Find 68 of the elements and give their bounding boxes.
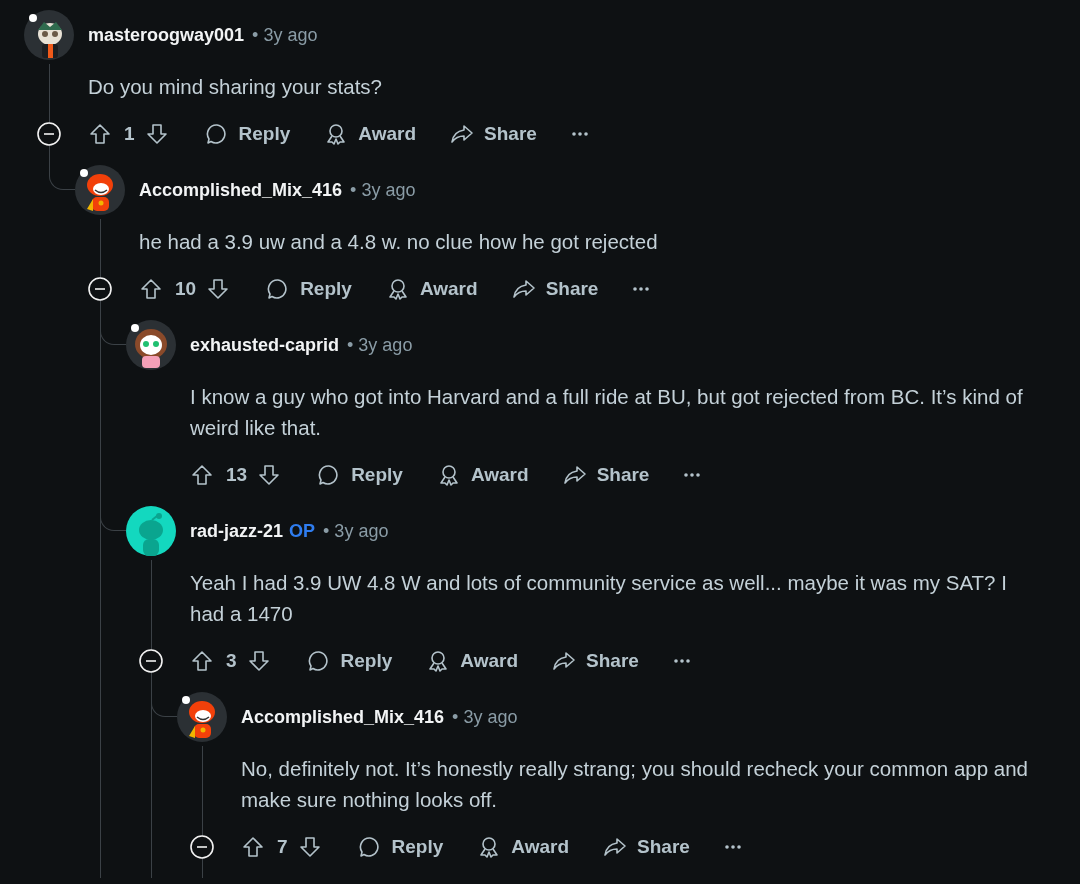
avatar-icon[interactable] [177, 692, 227, 742]
award-button[interactable]: Award [465, 827, 582, 867]
avatar-icon[interactable] [126, 506, 176, 556]
timestamp: • 3y ago [323, 520, 389, 542]
more-options-icon[interactable] [723, 844, 742, 850]
award-button[interactable]: Award [373, 269, 490, 309]
comment-text: he had a 3.9 uw and a 4.8 w. no clue how he got rejected [139, 229, 659, 255]
reply-button[interactable]: Reply [192, 114, 303, 154]
award-button[interactable]: Award [414, 641, 531, 681]
share-button[interactable]: Share [550, 455, 662, 495]
collapse-button[interactable] [190, 835, 214, 859]
username[interactable]: Accomplished_Mix_416 [139, 179, 343, 201]
more-options-icon[interactable] [632, 286, 651, 292]
username[interactable]: rad-jazz-21 [190, 520, 284, 542]
comment-text: Do you mind sharing your stats? [88, 74, 383, 100]
share-button[interactable]: Share [540, 641, 651, 681]
username[interactable]: Accomplished_Mix_416 [241, 706, 445, 728]
award-button[interactable]: Award [312, 114, 429, 154]
timestamp: • 3y ago [452, 706, 518, 728]
timestamp: • 3y ago [252, 24, 318, 46]
speech-bubble-icon [204, 122, 229, 146]
downvote-icon[interactable] [206, 277, 231, 301]
vote-count: 3 [226, 650, 237, 672]
downvote-icon[interactable] [246, 649, 271, 673]
upvote-icon[interactable] [139, 277, 163, 301]
vote-count: 13 [226, 464, 248, 486]
collapse-button[interactable] [88, 277, 112, 301]
more-options-icon[interactable] [683, 472, 702, 478]
username[interactable]: masteroogway001 [88, 24, 245, 46]
comment-text: No, definitely not. It’s honestly really strang; you should recheck your common app and make sure nothing looks off. [241, 756, 1030, 813]
more-options-icon[interactable] [570, 131, 589, 137]
upvote-icon[interactable] [241, 835, 265, 859]
upvote-icon[interactable] [88, 122, 112, 146]
share-icon [511, 277, 536, 301]
speech-bubble-icon [306, 649, 331, 673]
timestamp: • 3y ago [350, 179, 416, 201]
comment-text: I know a guy who got into Harvard and a full ride at BU, but got rejected from BC. It’s kind of weird like that. [190, 384, 1024, 441]
comment-text: Yeah I had 3.9 UW 4.8 W and lots of community service as well... maybe it was my SAT? I had a 1470 [190, 570, 1008, 627]
timestamp: • 3y ago [347, 334, 413, 356]
reply-button[interactable]: Reply [294, 641, 405, 681]
share-icon [603, 835, 628, 859]
downvote-icon[interactable] [257, 463, 282, 487]
share-button[interactable]: Share [591, 827, 702, 867]
share-button[interactable]: Share [499, 269, 611, 309]
vote-count: 1 [124, 123, 135, 145]
avatar-icon[interactable] [75, 165, 125, 215]
downvote-icon[interactable] [144, 122, 169, 146]
speech-bubble-icon [357, 835, 382, 859]
vote-count: 7 [277, 836, 288, 858]
share-button[interactable]: Share [438, 114, 549, 154]
downvote-icon[interactable] [297, 835, 322, 859]
award-button[interactable]: Award [424, 455, 541, 495]
collapse-button[interactable] [139, 649, 163, 673]
username[interactable]: exhausted-caprid [190, 334, 340, 356]
reply-button[interactable]: Reply [305, 455, 415, 495]
avatar-icon[interactable] [126, 320, 176, 370]
share-icon [450, 122, 475, 146]
upvote-icon[interactable] [190, 649, 214, 673]
more-options-icon[interactable] [672, 658, 691, 664]
reply-button[interactable]: Reply [254, 269, 364, 309]
vote-count: 10 [175, 278, 197, 300]
op-label: OP [289, 520, 316, 542]
reply-button[interactable]: Reply [345, 827, 456, 867]
share-icon [562, 463, 587, 487]
avatar-icon[interactable] [24, 10, 74, 60]
upvote-icon[interactable] [190, 463, 214, 487]
collapse-button[interactable] [37, 122, 61, 146]
share-icon [552, 649, 577, 673]
